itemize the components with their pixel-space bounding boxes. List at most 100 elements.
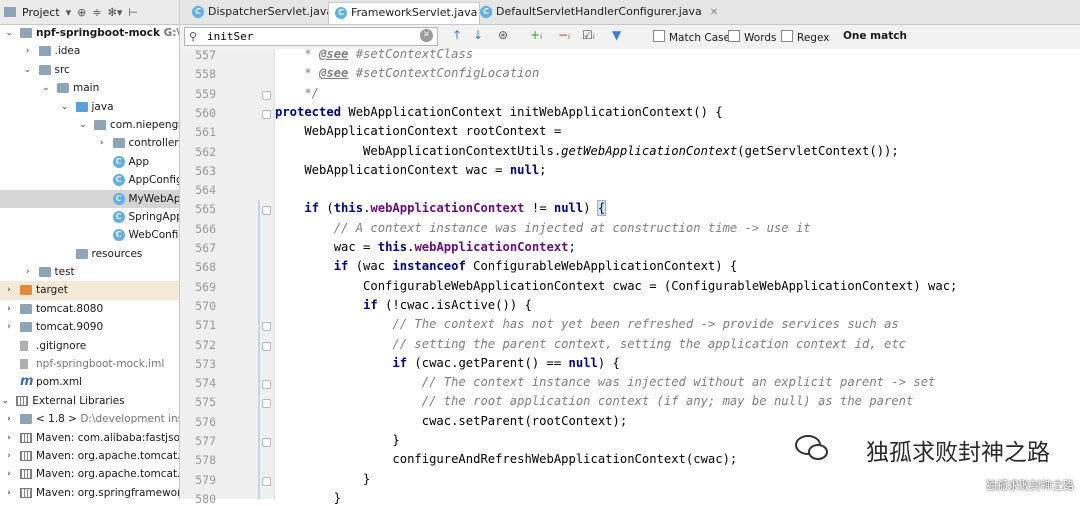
tree-item[interactable]: C AppConfig bbox=[0, 171, 179, 189]
tree-item[interactable]: C App bbox=[0, 153, 179, 171]
select-all-occurrences-icon[interactable]: ☑ᵢ bbox=[582, 28, 595, 42]
tab-dispatcher-servlet[interactable]: C DispatcherServlet.java✕ bbox=[186, 2, 349, 23]
filter-icon[interactable]: ▼ bbox=[612, 28, 621, 42]
tree-item[interactable]: › Maven: org.apache.tomcat. bbox=[0, 447, 179, 465]
code-line[interactable]: } bbox=[275, 433, 399, 447]
tree-item[interactable]: › tomcat.9090 bbox=[0, 318, 179, 336]
code-line[interactable]: if (wac instanceof ConfigurableWebApplic… bbox=[275, 259, 738, 273]
code-line[interactable]: // The context instance was injected wit… bbox=[275, 375, 936, 389]
tree-item[interactable]: ⌄ npf-springboot-mock G:\sou bbox=[0, 24, 179, 42]
code-line[interactable]: // The context has not yet been refreshe… bbox=[275, 317, 898, 331]
fold-marker-icon[interactable] bbox=[262, 206, 271, 216]
chevron-down-icon[interactable]: ▾ bbox=[66, 6, 72, 19]
chevron-right-icon[interactable]: › bbox=[4, 281, 14, 299]
chevron-right-icon[interactable]: › bbox=[4, 465, 14, 483]
fold-marker-icon[interactable] bbox=[262, 438, 271, 447]
tree-item[interactable]: › < 1.8 > D:\development ins bbox=[0, 410, 179, 428]
code-line[interactable]: // A context instance was injected at co… bbox=[275, 221, 811, 235]
tree-item[interactable]: › Maven: org.apache.tomcat. bbox=[0, 465, 179, 483]
regex-checkbox[interactable]: Regex bbox=[781, 30, 829, 44]
code-line[interactable]: // the root application context (if any;… bbox=[275, 394, 914, 408]
tree-item[interactable]: › controller bbox=[0, 134, 179, 152]
gear-icon[interactable]: ✻▾ bbox=[108, 6, 123, 19]
clear-icon[interactable]: ✕ bbox=[420, 29, 433, 42]
find-all-icon[interactable]: ⊛ bbox=[498, 28, 508, 42]
tree-item[interactable]: npf-springboot-mock.iml bbox=[0, 355, 179, 373]
code-line[interactable]: if (!cwac.isActive()) { bbox=[275, 298, 532, 312]
tree-item[interactable]: .gitignore bbox=[0, 337, 179, 355]
code-line[interactable]: WebApplicationContext wac = null; bbox=[275, 163, 546, 177]
tree-item[interactable]: C WebConfig bbox=[0, 226, 179, 244]
close-icon[interactable]: ✕ bbox=[710, 7, 718, 18]
next-occurrence-icon[interactable]: ↓ bbox=[473, 28, 483, 42]
tree-item[interactable]: CMyWebApp bbox=[0, 189, 179, 208]
tab-default-servlet-handler-configurer[interactable]: C DefaultServletHandlerConfigurer.java ✕ bbox=[474, 2, 718, 23]
tree-item[interactable]: › test bbox=[0, 263, 179, 281]
tree-item[interactable]: ⌄ External Libraries bbox=[0, 392, 179, 410]
project-view-icon[interactable] bbox=[4, 7, 16, 17]
fold-marker-icon[interactable] bbox=[262, 399, 271, 409]
chevron-down-icon[interactable]: ⌄ bbox=[78, 116, 88, 134]
tab-framework-servlet[interactable]: C FrameworkServlet.java✕ bbox=[328, 2, 494, 24]
code-line[interactable]: */ bbox=[275, 86, 319, 100]
chevron-right-icon[interactable]: › bbox=[23, 263, 33, 281]
words-checkbox[interactable]: Words bbox=[728, 30, 776, 44]
previous-occurrence-icon[interactable]: ↑ bbox=[452, 28, 462, 42]
hide-icon[interactable]: ⊢ bbox=[128, 6, 138, 19]
search-input[interactable] bbox=[207, 29, 407, 43]
chevron-right-icon[interactable]: › bbox=[97, 134, 107, 152]
code-line[interactable]: configureAndRefreshWebApplicationContext… bbox=[275, 452, 737, 466]
chevron-right-icon[interactable]: › bbox=[4, 484, 14, 499]
code-line[interactable]: // setting the parent context, setting t… bbox=[275, 337, 906, 351]
tree-item[interactable]: › target bbox=[0, 281, 179, 300]
chevron-down-icon[interactable]: ⌄ bbox=[0, 392, 10, 410]
tree-item[interactable]: resources bbox=[0, 245, 179, 263]
tree-item[interactable]: › .idea bbox=[0, 42, 179, 60]
code-line[interactable]: * @see #setContextClass bbox=[275, 47, 473, 61]
code-line[interactable]: protected WebApplicationContext initWebA… bbox=[275, 105, 723, 119]
target-icon[interactable]: ⊕ bbox=[77, 6, 86, 19]
fold-marker-icon[interactable] bbox=[262, 341, 271, 351]
code-line[interactable]: WebApplicationContext rootContext = bbox=[275, 124, 561, 138]
code-line[interactable]: } bbox=[275, 472, 370, 486]
fold-marker-icon[interactable] bbox=[262, 90, 271, 100]
add-selection-icon[interactable]: +ᵢ bbox=[530, 28, 542, 42]
tree-item[interactable]: › Maven: org.springframewor bbox=[0, 484, 179, 499]
fold-marker-icon[interactable] bbox=[262, 380, 271, 390]
search-icon[interactable]: ⚲ bbox=[189, 30, 197, 43]
collapse-icon[interactable]: ≑ bbox=[92, 6, 101, 19]
match-case-checkbox[interactable]: Match Case bbox=[653, 30, 730, 44]
tree-item[interactable]: › tomcat.8080 bbox=[0, 300, 179, 318]
code-line[interactable]: if (this.webApplicationContext != null) … bbox=[275, 200, 607, 217]
fold-marker-icon[interactable] bbox=[262, 476, 271, 486]
tree-item[interactable]: ⌄ src bbox=[0, 61, 179, 79]
chevron-down-icon[interactable]: ⌄ bbox=[4, 24, 14, 42]
tree-item[interactable]: › Maven: com.alibaba:fastjson bbox=[0, 429, 179, 447]
chevron-right-icon[interactable]: › bbox=[4, 300, 14, 318]
project-view-selector[interactable]: Project bbox=[22, 6, 60, 19]
tree-item[interactable]: ⌄ java bbox=[0, 98, 179, 116]
chevron-down-icon[interactable]: ⌄ bbox=[41, 79, 51, 97]
tree-item[interactable]: CSpringAppli bbox=[0, 208, 179, 226]
chevron-right-icon[interactable]: › bbox=[4, 429, 14, 447]
code-line[interactable]: WebApplicationContextUtils.getWebApplica… bbox=[275, 144, 899, 158]
code-line[interactable]: if (cwac.getParent() == null) { bbox=[275, 356, 619, 370]
code-line[interactable]: } bbox=[275, 491, 341, 505]
tree-item[interactable]: ⌄ main bbox=[0, 79, 179, 97]
code-line[interactable]: wac = this.webApplicationContext; bbox=[275, 240, 576, 254]
tree-item[interactable]: ⌄ com.niepengfei bbox=[0, 116, 179, 134]
chevron-right-icon[interactable]: › bbox=[4, 318, 14, 336]
chevron-right-icon[interactable]: › bbox=[23, 42, 33, 60]
code-line[interactable]: cwac.setParent(rootContext); bbox=[275, 414, 627, 428]
chevron-down-icon[interactable]: ⌄ bbox=[23, 61, 33, 79]
chevron-right-icon[interactable]: › bbox=[4, 447, 14, 465]
fold-marker-icon[interactable] bbox=[262, 322, 271, 332]
code-line[interactable]: ConfigurableWebApplicationContext cwac =… bbox=[275, 279, 957, 293]
code-line[interactable]: * @see #setContextConfigLocation bbox=[275, 66, 539, 80]
tree-item[interactable]: m pom.xml bbox=[0, 373, 179, 391]
chevron-down-icon[interactable]: ⌄ bbox=[60, 98, 70, 116]
search-field[interactable]: ⚲ ✕ bbox=[184, 27, 438, 46]
fold-marker-icon[interactable] bbox=[262, 109, 271, 119]
chevron-right-icon[interactable]: › bbox=[4, 410, 14, 428]
remove-selection-icon[interactable]: −ᵢ bbox=[558, 28, 570, 42]
